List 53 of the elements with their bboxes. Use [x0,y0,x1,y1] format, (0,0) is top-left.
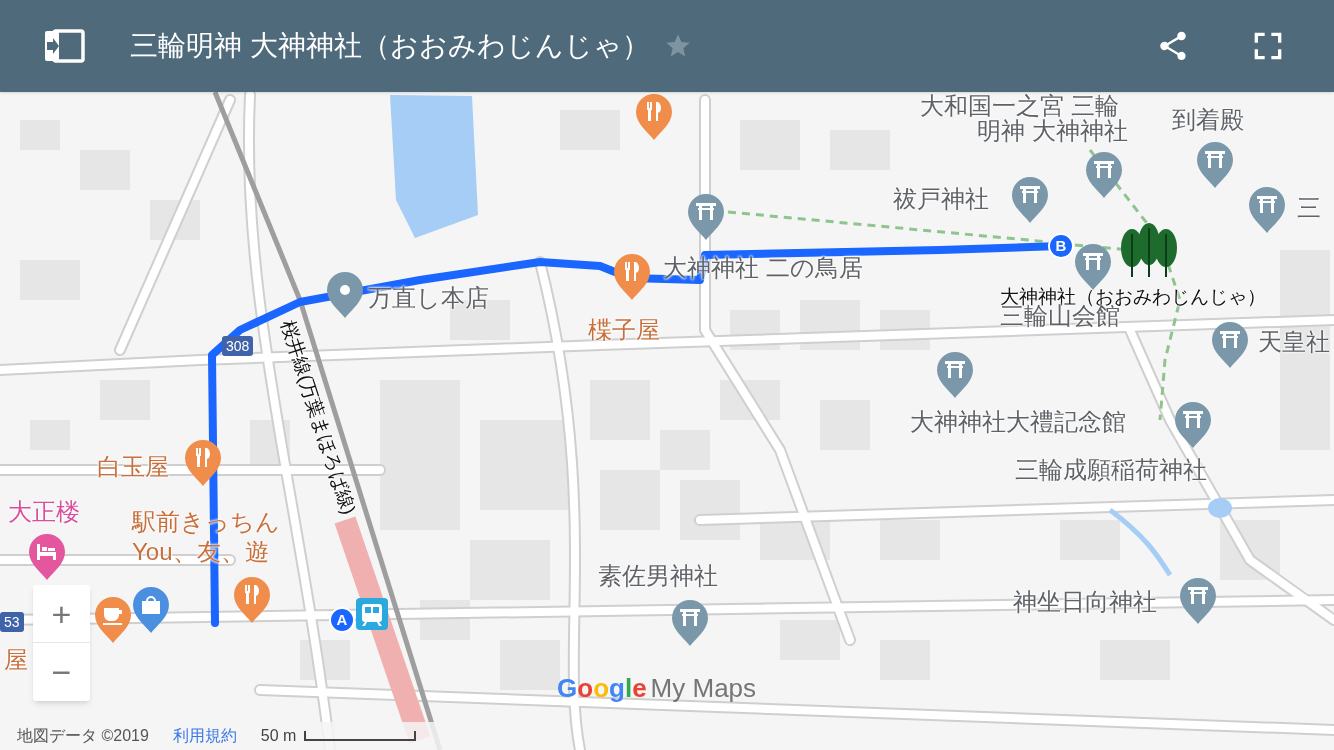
road-number-sign: 308 [222,336,254,356]
fork-knife-pin-icon[interactable] [232,575,272,625]
place-label: 神坐日向神社 [1013,590,1157,614]
torii-pin-icon[interactable] [1210,320,1250,370]
fork-knife-pin-icon[interactable] [612,252,652,302]
torii-pin-icon[interactable] [935,350,975,400]
torii-pin-icon[interactable] [1195,140,1235,190]
place-label: 屋 [4,648,28,672]
scale-bar-icon [304,730,417,742]
place-label: 三 [1297,196,1321,220]
scale-label: 50 m [260,726,297,746]
railway-label: 桜井線(万葉まほろば線) [277,318,359,517]
fork-knife-pin-icon[interactable] [183,438,223,488]
torii-pin-icon[interactable] [686,192,726,242]
fork-knife-pin-icon[interactable] [634,92,674,142]
road-number-sign: 53 [0,612,24,632]
map-title: 三輪明神 大神神社（おおみわじんじゃ） [130,29,650,63]
place-label: 大神神社大禮記念館 [910,410,1126,434]
place-label: 三輪成願稲荷神社 [1015,458,1207,482]
building [1060,520,1120,560]
map-pin-icon[interactable] [325,270,365,320]
place-label: 白玉屋 [97,455,169,479]
map-data-attribution: 地図データ ©2019 [17,726,149,746]
station-icon[interactable] [356,598,388,630]
torii-pin-icon[interactable] [1178,576,1218,626]
map-logo: Google My Maps [557,675,757,701]
building [780,620,840,660]
trees-icon [1118,222,1180,278]
torii-pin-icon[interactable] [1247,185,1287,235]
cup-pin-icon[interactable] [93,595,133,645]
place-label: 明神 大神神社 [977,119,1128,143]
sidebar-toggle-icon[interactable] [42,28,86,64]
place-label: 祓戸神社 [893,187,989,211]
torii-pin-icon[interactable] [1173,400,1213,450]
zoom-in-button[interactable]: + [33,585,90,643]
torii-pin-icon[interactable] [670,598,710,648]
route-marker[interactable]: B [1048,233,1074,259]
bag-pin-icon[interactable] [131,585,171,635]
torii-pin-icon[interactable] [1010,175,1050,225]
torii-pin-icon[interactable] [1084,150,1124,200]
terms-link[interactable]: 利用規約 [172,724,237,748]
place-label: 楪子屋 [588,318,660,342]
place-label: 大正楼 [8,500,80,524]
bed-pin-icon[interactable] [27,532,67,582]
place-label: 到着殿 [1172,108,1244,132]
route-marker[interactable]: A [329,607,355,633]
place-label: 万直し本店 [368,286,489,310]
zoom-out-button[interactable]: − [33,643,90,701]
building [880,520,940,560]
place-label: 素佐男神社 [598,564,718,588]
place-label: 大和国一之宮 三輪 [920,94,1119,118]
place-label: 天皇社 [1258,330,1330,354]
place-label: 大神神社（おおみわじんじゃ） [1000,287,1266,306]
